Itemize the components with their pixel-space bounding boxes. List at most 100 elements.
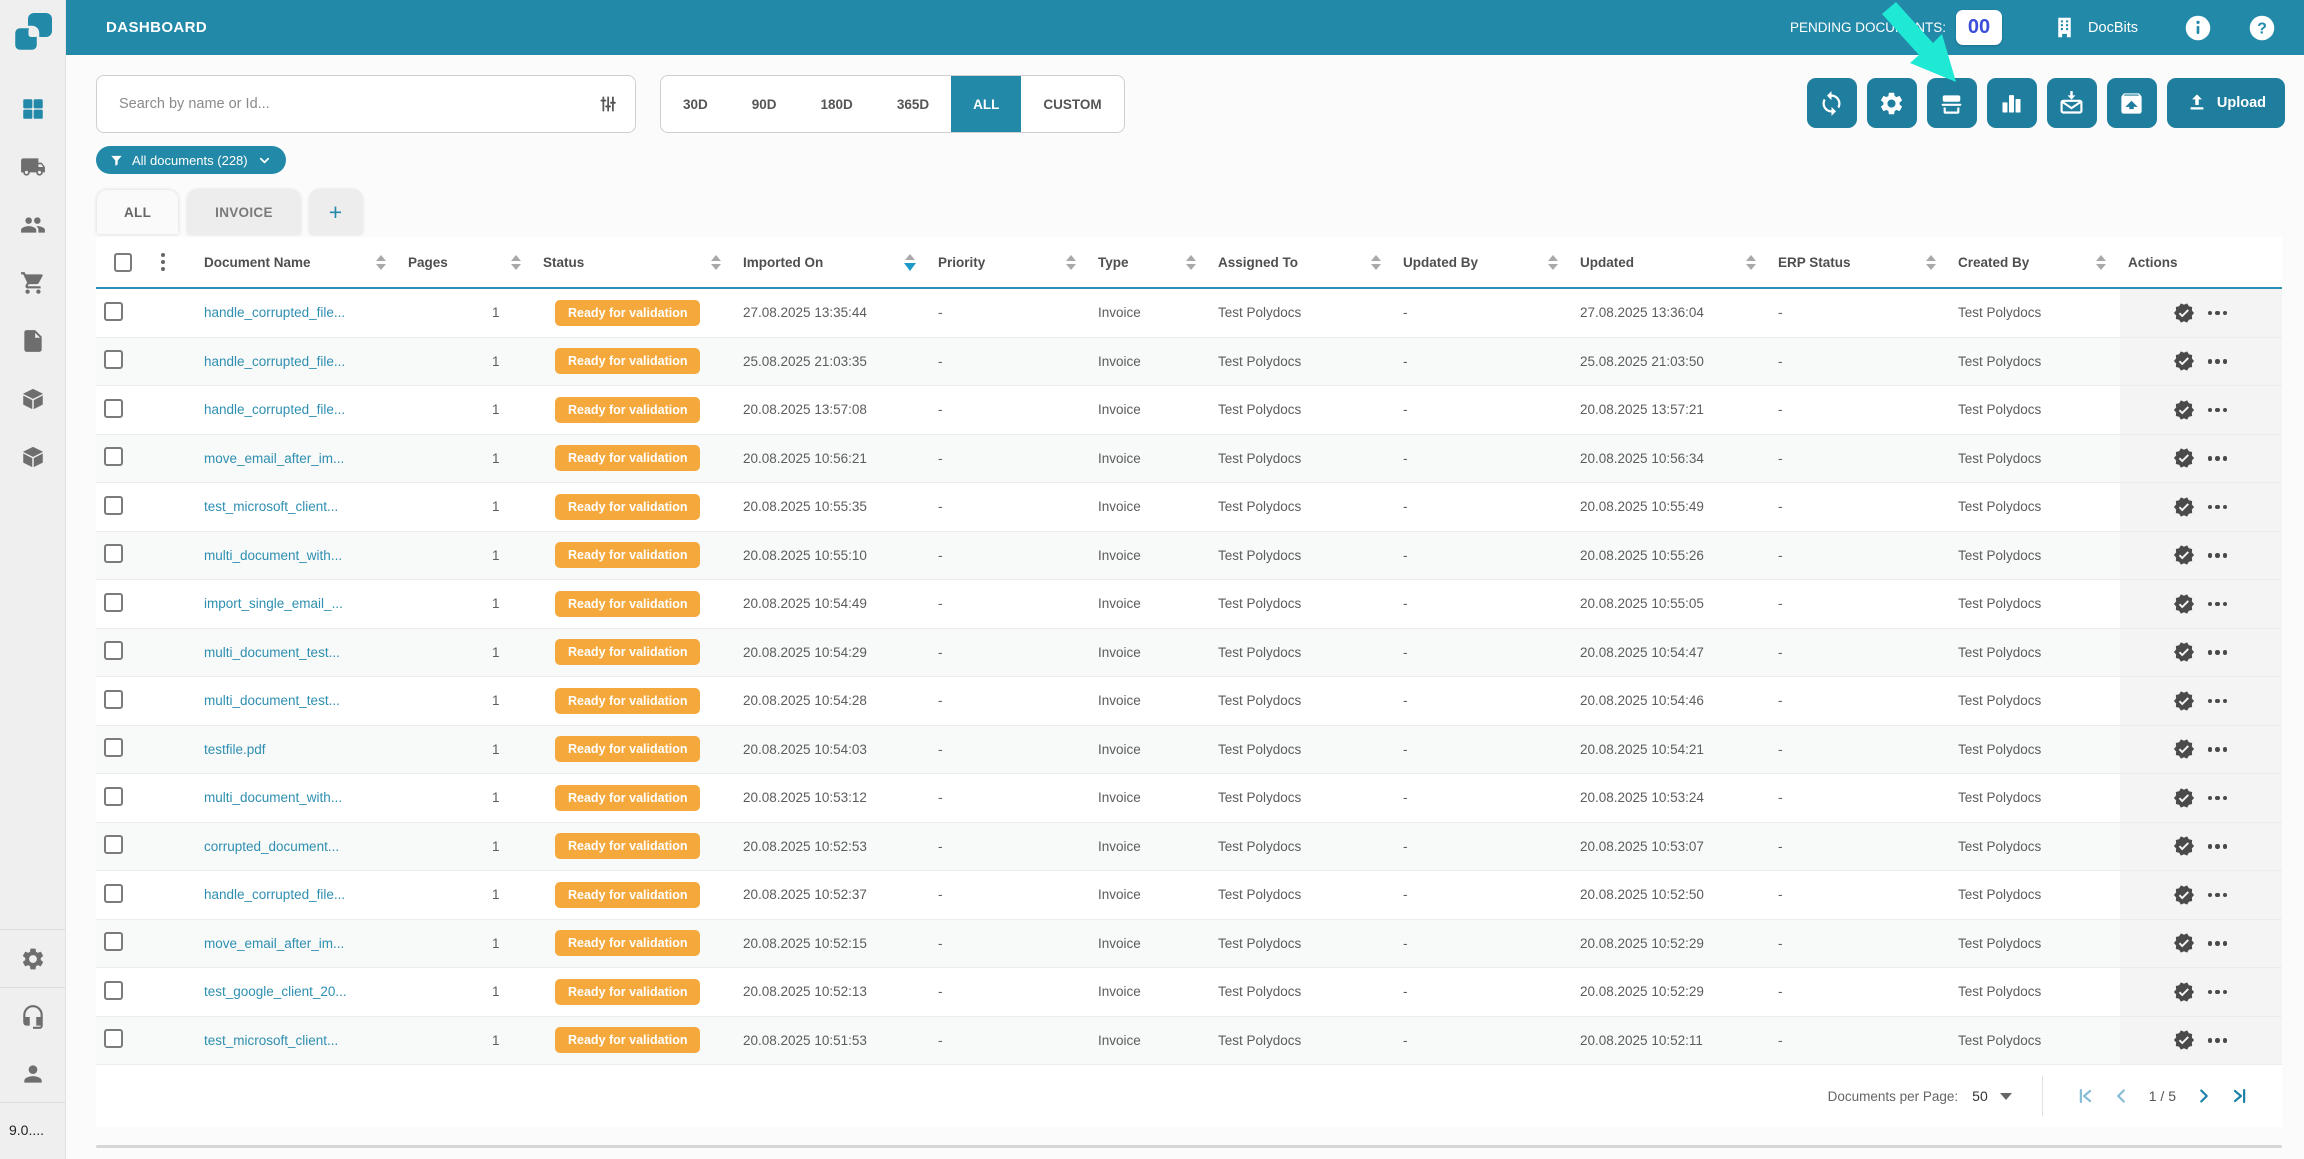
next-page-button[interactable] — [2186, 1085, 2222, 1107]
per-page-caret-icon[interactable] — [1999, 1092, 2012, 1100]
verified-badge-icon[interactable] — [2173, 884, 2195, 906]
range-90d[interactable]: 90D — [730, 76, 799, 132]
row-menu-button[interactable] — [2206, 547, 2230, 564]
document-link[interactable]: test_microsoft_client... — [204, 499, 338, 514]
upload-button[interactable]: Upload — [2166, 78, 2285, 128]
email-import-button[interactable] — [2046, 78, 2097, 128]
column-header-erp-status[interactable]: ERP Status — [1770, 237, 1950, 287]
row-menu-button[interactable] — [2206, 353, 2230, 370]
document-link[interactable]: handle_corrupted_file... — [204, 402, 345, 417]
row-checkbox[interactable] — [104, 592, 123, 612]
row-menu-button[interactable] — [2206, 450, 2230, 467]
export-button[interactable] — [2106, 78, 2157, 128]
document-link[interactable]: move_email_after_im... — [204, 936, 344, 951]
verified-badge-icon[interactable] — [2173, 593, 2195, 615]
column-header-type[interactable]: Type — [1090, 237, 1210, 287]
verified-badge-icon[interactable] — [2173, 835, 2195, 857]
document-link[interactable]: corrupted_document... — [204, 839, 339, 854]
row-menu-button[interactable] — [2206, 402, 2230, 419]
docbits-logo-icon[interactable] — [9, 8, 57, 56]
help-button[interactable]: ? — [2248, 14, 2276, 42]
document-link[interactable]: handle_corrupted_file... — [204, 354, 345, 369]
tab-all[interactable]: ALL — [97, 190, 179, 234]
row-menu-button[interactable] — [2206, 305, 2230, 322]
row-checkbox[interactable] — [104, 350, 123, 370]
range-custom[interactable]: CUSTOM — [1021, 76, 1123, 132]
sort-arrows-icon[interactable] — [711, 254, 721, 270]
row-checkbox[interactable] — [104, 835, 123, 855]
document-link[interactable]: multi_document_test... — [204, 693, 340, 708]
column-header-updated-by[interactable]: Updated By — [1395, 237, 1572, 287]
sort-arrows-icon[interactable] — [1548, 254, 1558, 270]
document-link[interactable]: multi_document_test... — [204, 645, 340, 660]
sort-arrows-icon[interactable] — [1371, 254, 1381, 270]
row-checkbox[interactable] — [104, 301, 123, 321]
sidebar-item-settings[interactable] — [0, 930, 65, 987]
row-menu-button[interactable] — [2206, 644, 2230, 661]
column-header-created-by[interactable]: Created By — [1950, 237, 2120, 287]
column-header-imported-on[interactable]: Imported On — [735, 237, 930, 287]
document-link[interactable]: move_email_after_im... — [204, 451, 344, 466]
column-header-status[interactable]: Status — [535, 237, 735, 287]
add-tab-button[interactable]: + — [309, 190, 362, 234]
last-page-button[interactable] — [2222, 1085, 2258, 1107]
scan-button[interactable] — [1926, 78, 1977, 128]
document-link[interactable]: testfile.pdf — [204, 742, 266, 757]
tab-invoice[interactable]: INVOICE — [188, 190, 300, 234]
column-header-priority[interactable]: Priority — [930, 237, 1090, 287]
sort-arrows-icon[interactable] — [2096, 254, 2106, 270]
sidebar-item-purchase-orders[interactable] — [0, 254, 65, 312]
verified-badge-icon[interactable] — [2173, 350, 2195, 372]
documents-filter-chip[interactable]: All documents (228) — [96, 146, 286, 174]
row-checkbox[interactable] — [104, 495, 123, 515]
sidebar-item-shipping[interactable] — [0, 138, 65, 196]
row-menu-button[interactable] — [2206, 499, 2230, 516]
per-page-value[interactable]: 50 — [1972, 1088, 1988, 1104]
column-header-pages[interactable]: Pages — [400, 237, 535, 287]
verified-badge-icon[interactable] — [2173, 544, 2195, 566]
document-link[interactable]: multi_document_with... — [204, 790, 342, 805]
document-link[interactable]: handle_corrupted_file... — [204, 887, 345, 902]
sort-arrows-icon[interactable] — [1746, 254, 1756, 270]
row-checkbox[interactable] — [104, 447, 123, 467]
sidebar-item-account[interactable] — [0, 1045, 65, 1102]
verified-badge-icon[interactable] — [2173, 496, 2195, 518]
sidebar-item-packages-1[interactable] — [0, 370, 65, 428]
refresh-button[interactable] — [1806, 78, 1857, 128]
row-checkbox[interactable] — [104, 883, 123, 903]
sidebar-item-invoices[interactable] — [0, 312, 65, 370]
row-checkbox[interactable] — [104, 544, 123, 564]
sidebar-item-users[interactable] — [0, 196, 65, 254]
row-menu-button[interactable] — [2206, 790, 2230, 807]
select-all-checkbox[interactable] — [114, 252, 132, 272]
column-header-assigned-to[interactable]: Assigned To — [1210, 237, 1395, 287]
row-menu-button[interactable] — [2206, 984, 2230, 1001]
row-checkbox[interactable] — [104, 398, 123, 418]
sort-arrows-icon[interactable] — [1926, 254, 1936, 270]
row-checkbox[interactable] — [104, 932, 123, 952]
row-checkbox[interactable] — [104, 641, 123, 661]
row-menu-button[interactable] — [2206, 693, 2230, 710]
sort-arrows-icon[interactable] — [904, 253, 916, 271]
row-menu-button[interactable] — [2206, 741, 2230, 758]
sidebar-item-packages-2[interactable] — [0, 428, 65, 486]
row-menu-button[interactable] — [2206, 935, 2230, 952]
range-all[interactable]: ALL — [951, 76, 1022, 132]
verified-badge-icon[interactable] — [2173, 932, 2195, 954]
sort-arrows-icon[interactable] — [1066, 254, 1076, 270]
sort-arrows-icon[interactable] — [511, 254, 521, 270]
organization[interactable]: DocBits — [2052, 15, 2138, 40]
range-365d[interactable]: 365D — [875, 76, 951, 132]
document-link[interactable]: multi_document_with... — [204, 548, 342, 563]
row-checkbox[interactable] — [104, 980, 123, 1000]
verified-badge-icon[interactable] — [2173, 399, 2195, 421]
verified-badge-icon[interactable] — [2173, 738, 2195, 760]
verified-badge-icon[interactable] — [2173, 981, 2195, 1003]
verified-badge-icon[interactable] — [2173, 787, 2195, 809]
horizontal-scrollbar[interactable] — [96, 1145, 2282, 1148]
row-checkbox[interactable] — [104, 738, 123, 758]
row-menu-button[interactable] — [2206, 596, 2230, 613]
range-180d[interactable]: 180D — [799, 76, 875, 132]
verified-badge-icon[interactable] — [2173, 641, 2195, 663]
document-link[interactable]: import_single_email_... — [204, 596, 343, 611]
